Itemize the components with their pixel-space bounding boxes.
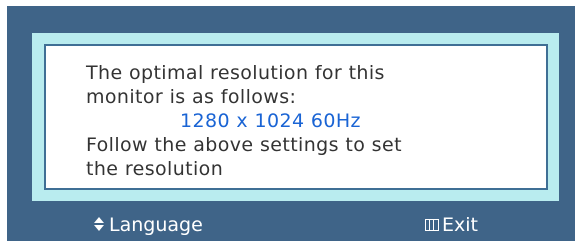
instruction-line-2: the resolution — [86, 158, 224, 180]
instruction-line-1: Follow the above settings to set — [86, 134, 402, 156]
exit-label: Exit — [442, 214, 478, 236]
osd-message-panel: The optimal resolution for this monitor … — [44, 44, 548, 190]
language-label: Language — [109, 214, 203, 236]
message-line-2: monitor is as follows: — [86, 86, 297, 108]
optimal-resolution-value: 1280 x 1024 60Hz — [180, 110, 361, 132]
exit-button[interactable]: Exit — [425, 213, 478, 237]
up-down-arrows-icon — [93, 216, 105, 232]
menu-icon — [425, 219, 439, 231]
osd-message: The optimal resolution for this monitor … — [86, 61, 526, 181]
language-button[interactable]: Language — [93, 213, 203, 237]
message-line-1: The optimal resolution for this — [86, 62, 385, 84]
